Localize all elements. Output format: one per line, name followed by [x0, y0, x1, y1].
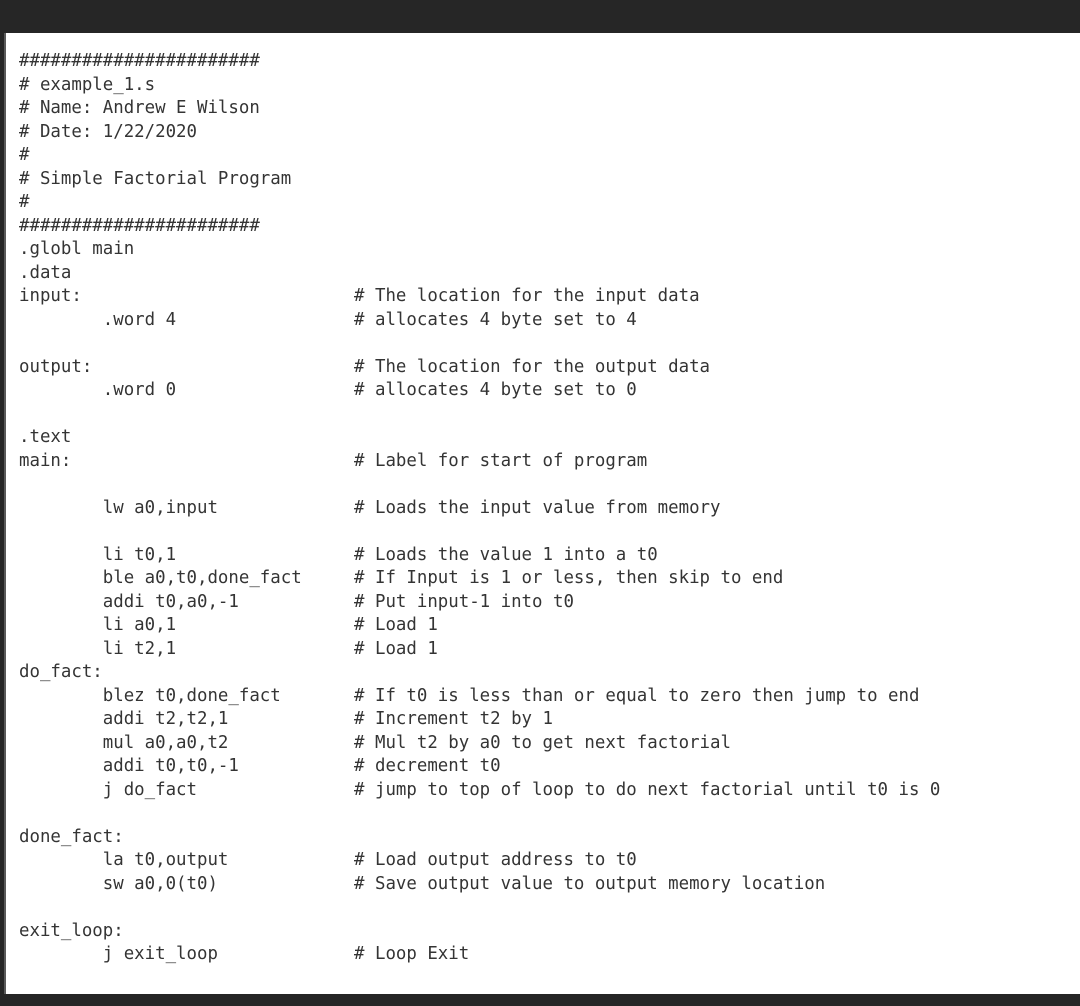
code-line: .word 0 # allocates 4 byte set to 0 [19, 380, 637, 400]
code-line: addi t2,t2,1 # Increment t2 by 1 [19, 709, 553, 729]
code-line: la t0,output # Load output address to t0 [19, 850, 637, 870]
code-line: # example_1.s [19, 74, 156, 95]
code-line: li a0,1 # Load 1 [19, 615, 438, 635]
code-line: j exit_loop # Loop Exit [19, 944, 470, 964]
code-line: main: # Label for start of program [19, 450, 648, 471]
code-line: mul a0,a0,t2 # Mul t2 by a0 to get next … [19, 732, 731, 753]
code-line: ####################### [19, 51, 260, 71]
code-line: .text [19, 427, 72, 447]
code-line: # Name: Andrew E Wilson [19, 98, 260, 118]
window-top-chrome-bar [0, 0, 1080, 33]
code-line: # [19, 145, 30, 165]
assembly-source-listing[interactable]: ####################### # example_1.s # Na… [19, 50, 1079, 967]
code-line: .word 4 # allocates 4 byte set to 4 [19, 309, 637, 330]
code-line: .globl main [19, 239, 135, 259]
code-line: addi t0,a0,-1 # Put input-1 into t0 [19, 591, 574, 612]
code-line: do_fact: [19, 662, 103, 682]
code-line: exit_loop: [19, 920, 124, 941]
code-line: lw a0,input # Loads the input value from… [19, 497, 721, 518]
code-line: addi t0,t0,-1 # decrement t0 [19, 756, 501, 776]
code-line: # Date: 1/22/2020 [19, 121, 197, 142]
code-line: blez t0,done_fact # If t0 is less than o… [19, 685, 920, 706]
code-line: j do_fact # jump to top of loop to do ne… [19, 779, 941, 800]
code-line: ####################### [19, 215, 260, 236]
window-bottom-chrome-bar [0, 994, 1080, 1006]
code-line: sw a0,0(t0) # Save output value to outpu… [19, 873, 826, 894]
code-line: .data [19, 262, 72, 283]
code-line: ble a0,t0,done_fact # If Input is 1 or l… [19, 568, 784, 588]
code-line: done_fact: [19, 826, 124, 847]
code-line: li t2,1 # Load 1 [19, 638, 438, 659]
code-page-surface[interactable]: ####################### # example_1.s # Na… [4, 33, 1080, 994]
code-line: li t0,1 # Loads the value 1 into a t0 [19, 544, 658, 565]
code-line: input: # The location for the input data [19, 286, 700, 306]
code-viewer-window: ####################### # example_1.s # Na… [0, 0, 1080, 1006]
code-line: output: # The location for the output da… [19, 356, 711, 377]
code-line: # Simple Factorial Program [19, 168, 292, 189]
code-line: # [19, 192, 30, 212]
